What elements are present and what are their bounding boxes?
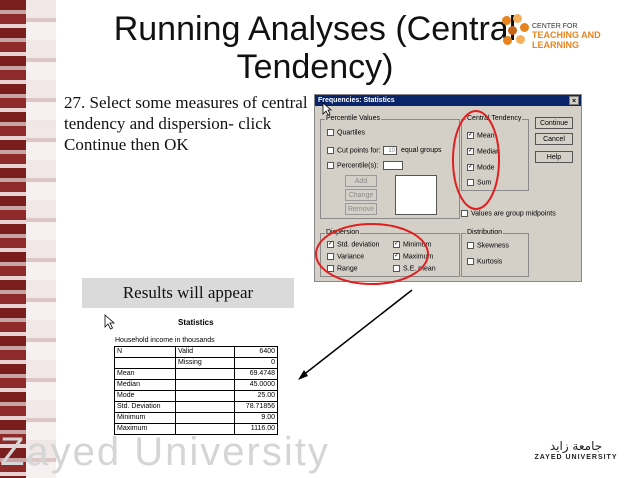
annotation-overlay xyxy=(298,110,500,380)
footer-watermark: Zayed University xyxy=(0,430,330,474)
central-tendency-highlight-ellipse xyxy=(452,110,500,210)
zu-logo-latin: ZAYED UNIVERSITY xyxy=(534,454,618,461)
dispersion-highlight-ellipse xyxy=(315,223,429,285)
zu-logo-arabic: جامعة زايد xyxy=(549,439,603,453)
results-arrowhead xyxy=(298,370,308,380)
results-arrow xyxy=(301,289,413,377)
zayed-university-logo: جامعة زايد ZAYED UNIVERSITY xyxy=(524,438,628,474)
